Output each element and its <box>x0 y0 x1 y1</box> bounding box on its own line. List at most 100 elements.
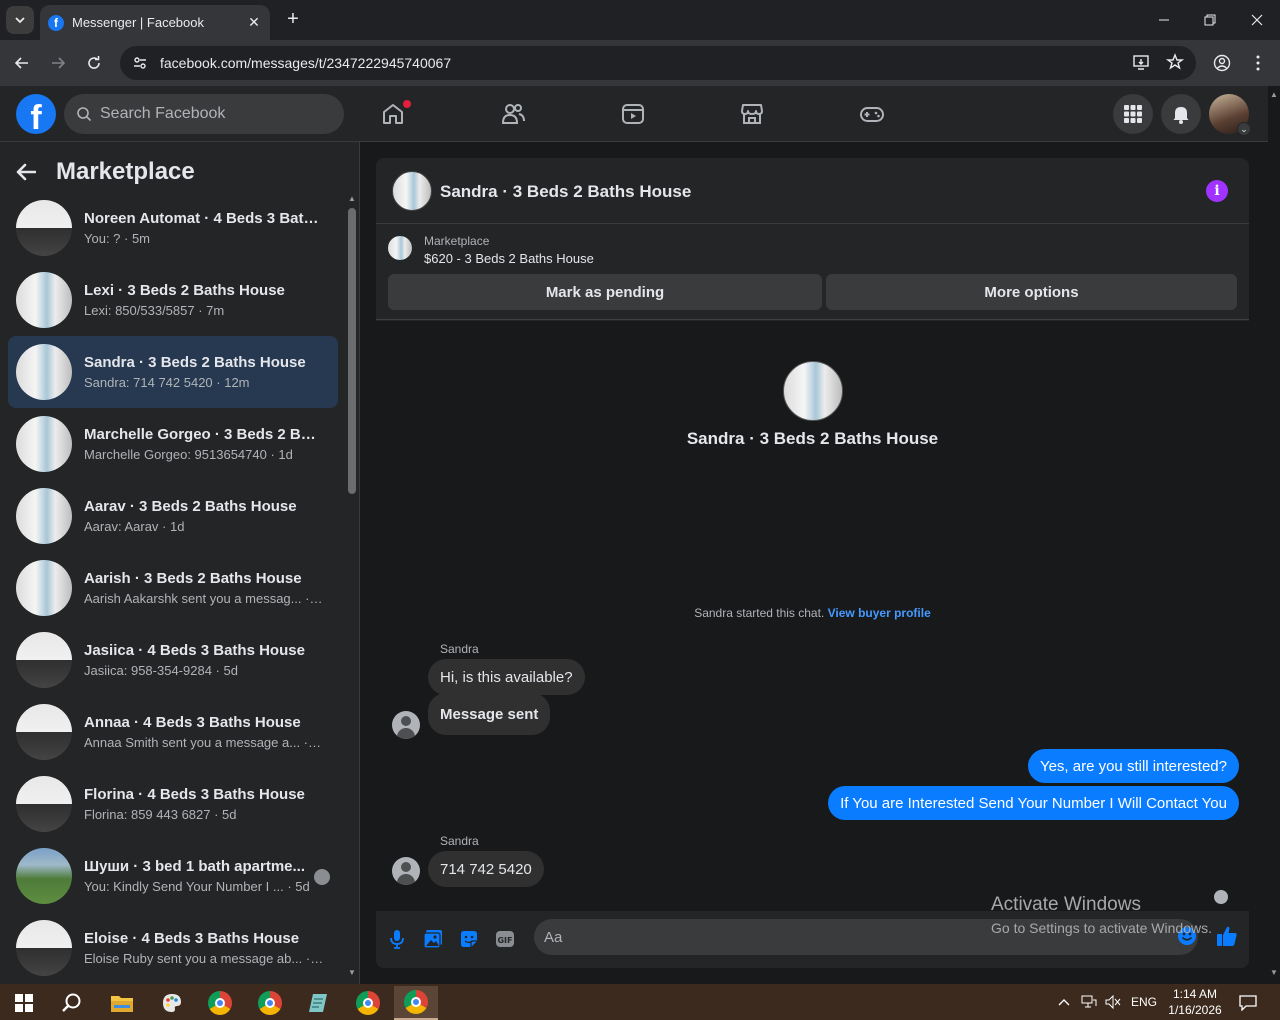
taskbar-search-button[interactable] <box>50 986 94 1020</box>
conversation-text: Florina · 4 Beds 3 Baths House Florina: 8… <box>84 786 324 822</box>
view-buyer-profile-link[interactable]: View buyer profile <box>828 606 931 620</box>
conversation-thumbnail <box>16 704 72 760</box>
conversation-item[interactable]: Sandra · 3 Beds 2 Baths House Sandra: 714… <box>8 336 338 408</box>
svg-text:GIF: GIF <box>497 936 512 945</box>
conversation-item[interactable]: Marchelle Gorgeo · 3 Beds 2 Bat... Marche… <box>8 408 338 480</box>
profile-button[interactable] <box>1208 49 1236 77</box>
network-icon[interactable] <box>1076 995 1102 1009</box>
search-icon <box>77 107 92 122</box>
chrome-button-3[interactable] <box>346 986 390 1020</box>
page-scroll-up-icon[interactable]: ▲ <box>1270 90 1278 99</box>
watermark-subtitle: Go to Settings to activate Windows. <box>991 920 1212 936</box>
nav-video[interactable] <box>577 90 689 138</box>
start-button[interactable] <box>2 986 46 1020</box>
chat-bubble-icon <box>1239 995 1257 1011</box>
nav-gaming[interactable] <box>816 90 928 138</box>
tab-search-button[interactable] <box>6 6 34 34</box>
sender-avatar[interactable] <box>392 711 420 739</box>
intro-avatar <box>783 361 843 421</box>
sidebar-header: Marketplace <box>16 154 195 190</box>
browser-menu-button[interactable] <box>1244 49 1272 77</box>
nav-marketplace[interactable] <box>696 90 808 138</box>
file-explorer-button[interactable] <box>100 986 144 1020</box>
address-bar[interactable]: facebook.com/messages/t/2347222945740067 <box>120 46 1196 80</box>
facebook-logo-icon[interactable]: f <box>16 94 56 134</box>
listing-thumbnail[interactable] <box>388 236 412 260</box>
sidebar-scrollbar-thumb[interactable] <box>348 208 356 494</box>
conversation-preview: Aarish Aakarshk sent you a messag... · 1… <box>84 591 324 606</box>
back-button[interactable] <box>8 49 36 77</box>
notification-dot <box>403 100 411 108</box>
menu-button[interactable] <box>1113 94 1153 134</box>
more-options-button[interactable]: More options <box>826 274 1237 310</box>
site-settings-icon[interactable] <box>132 55 148 71</box>
browser-tab-bar: f Messenger | Facebook ✕ + <box>0 0 1280 40</box>
incoming-message[interactable]: Hi, is this available? <box>428 659 585 695</box>
browser-toolbar: facebook.com/messages/t/2347222945740067 <box>0 40 1280 86</box>
new-tab-button[interactable]: + <box>282 8 304 30</box>
conversation-item[interactable]: Noreen Automat · 4 Beds 3 Bath... You: ? … <box>8 192 338 264</box>
language-indicator[interactable]: ENG <box>1124 995 1164 1009</box>
chrome-button-2[interactable] <box>248 986 292 1020</box>
sender-avatar[interactable] <box>392 857 420 885</box>
search-input[interactable] <box>100 105 320 123</box>
chat-avatar[interactable] <box>392 171 432 211</box>
conversation-name: Sandra · 3 Beds 2 Baths House <box>84 354 306 371</box>
facebook-search[interactable] <box>64 94 344 134</box>
conversation-item[interactable]: Florina · 4 Beds 3 Baths House Florina: 8… <box>8 768 338 840</box>
bookmark-star-icon[interactable] <box>1166 53 1184 71</box>
scroll-down-arrow-icon[interactable]: ▼ <box>347 968 357 978</box>
marketplace-icon <box>741 104 763 124</box>
tab-close-icon[interactable]: ✕ <box>246 14 262 31</box>
conversation-item[interactable]: Lexi · 3 Beds 2 Baths House Lexi: 850/533… <box>8 264 338 336</box>
thumbs-up-icon[interactable] <box>1216 925 1238 947</box>
volume-muted-icon[interactable] <box>1102 995 1124 1009</box>
incoming-message[interactable]: Message sent <box>428 693 551 735</box>
notifications-button[interactable] <box>1161 94 1201 134</box>
taskbar-clock[interactable]: 1:14 AM 1/16/2026 <box>1160 986 1230 1018</box>
url-text[interactable]: facebook.com/messages/t/2347222945740067 <box>160 55 451 71</box>
nav-home[interactable] <box>337 90 449 138</box>
conversation-text: Aarav · 3 Beds 2 Baths House Aarav: Aarav… <box>84 498 324 534</box>
conversation-item[interactable]: Aarav · 3 Beds 2 Baths House Aarav: Aarav… <box>8 480 338 552</box>
tray-overflow-chevron-icon[interactable] <box>1058 998 1076 1006</box>
close-window-button[interactable] <box>1234 0 1280 40</box>
voice-clip-icon[interactable] <box>386 928 408 950</box>
sticker-icon[interactable] <box>458 928 480 950</box>
account-avatar[interactable]: ⌄ <box>1209 94 1251 136</box>
nav-friends[interactable] <box>457 90 569 138</box>
system-tray: ENG <box>1058 984 1164 1020</box>
mark-pending-button[interactable]: Mark as pending <box>388 274 822 310</box>
conversation-item[interactable]: Шуши · 3 bed 1 bath apartme... You: Kindl… <box>8 840 338 912</box>
minimize-button[interactable] <box>1141 0 1187 40</box>
conversation-item[interactable]: Eloise · 4 Beds 3 Baths House Eloise Ruby… <box>8 912 338 984</box>
conversation-item[interactable]: Aarish · 3 Beds 2 Baths House Aarish Aaka… <box>8 552 338 624</box>
chrome-button-1[interactable] <box>198 986 242 1020</box>
paint-app-button[interactable] <box>150 986 194 1020</box>
install-app-icon[interactable] <box>1132 53 1150 71</box>
back-arrow-icon[interactable] <box>16 163 48 181</box>
gif-icon[interactable]: GIF <box>494 928 516 950</box>
conversation-item[interactable]: Annaa · 4 Beds 3 Baths House Annaa Smith … <box>8 696 338 768</box>
page-scroll-down-icon[interactable]: ▼ <box>1270 968 1278 977</box>
page-scrollbar[interactable]: ▲ ▼ <box>1268 86 1280 984</box>
notes-app-button[interactable] <box>296 986 340 1020</box>
reload-button[interactable] <box>80 49 108 77</box>
restore-button[interactable] <box>1187 0 1233 40</box>
photo-icon[interactable] <box>422 928 444 950</box>
listing-price[interactable]: $620 - 3 Beds 2 Baths House <box>424 251 594 266</box>
conversation-name: Шуши · 3 bed 1 bath apartme... <box>84 858 306 875</box>
chat-title[interactable]: Sandra · 3 Beds 2 Baths House <box>440 182 691 202</box>
notification-center-button[interactable] <box>1236 986 1260 1020</box>
chrome-button-active[interactable] <box>394 986 438 1020</box>
browser-tab-messenger[interactable]: f Messenger | Facebook ✕ <box>40 5 270 40</box>
forward-button[interactable] <box>44 49 72 77</box>
conversation-item[interactable]: Jasiica · 4 Beds 3 Baths House Jasiica: 9… <box>8 624 338 696</box>
outgoing-message[interactable]: Yes, are you still interested? <box>1027 749 1239 783</box>
info-icon[interactable]: i <box>1206 180 1228 202</box>
notes-icon <box>309 994 327 1012</box>
conversation-preview: Florina: 859 443 6827 · 5d <box>84 807 237 822</box>
incoming-message[interactable]: 714 742 5420 <box>428 851 544 887</box>
outgoing-message[interactable]: If You are Interested Send Your Number I… <box>828 786 1239 820</box>
scroll-up-arrow-icon[interactable]: ▲ <box>347 194 357 204</box>
